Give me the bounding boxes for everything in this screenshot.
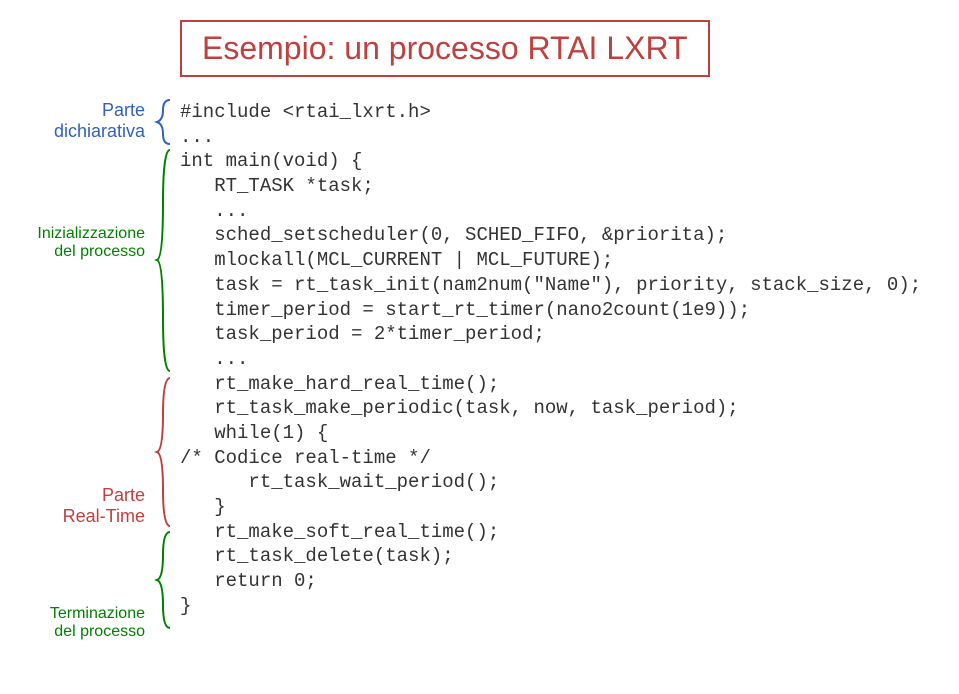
label-realtime: Parte Real-Time <box>0 485 145 527</box>
code-line: ... <box>180 126 214 148</box>
code-line: timer_period = start_rt_timer(nano2count… <box>180 299 750 321</box>
code-line: task_period = 2*timer_period; <box>180 323 545 345</box>
code-line: rt_make_soft_real_time(); <box>180 521 499 543</box>
label-text: del processo <box>0 623 145 641</box>
code-block: #include <rtai_lxrt.h> ... int main(void… <box>180 100 921 618</box>
brace-icon <box>155 98 175 146</box>
label-text: del processo <box>0 243 145 261</box>
label-text: dichiarativa <box>0 121 145 142</box>
title-box: Esempio: un processo RTAI LXRT <box>180 20 710 77</box>
code-line: rt_task_make_periodic(task, now, task_pe… <box>180 397 739 419</box>
slide-title: Esempio: un processo RTAI LXRT <box>202 30 688 66</box>
code-line: rt_task_delete(task); <box>180 545 454 567</box>
label-inizializzazione: Inizializzazione del processo <box>0 225 145 261</box>
label-text: Parte <box>0 485 145 506</box>
label-text: Parte <box>0 100 145 121</box>
code-line: #include <rtai_lxrt.h> <box>180 101 431 123</box>
brace-icon <box>155 530 175 630</box>
label-text: Terminazione <box>0 605 145 623</box>
code-line: sched_setscheduler(0, SCHED_FIFO, &prior… <box>180 224 727 246</box>
code-line: rt_task_wait_period(); <box>180 471 499 493</box>
label-dichiarativa: Parte dichiarativa <box>0 100 145 142</box>
code-line: mlockall(MCL_CURRENT | MCL_FUTURE); <box>180 249 613 271</box>
code-line: /* Codice real-time */ <box>180 447 431 469</box>
code-line: } <box>180 595 191 617</box>
code-line: int main(void) { <box>180 150 362 172</box>
label-text: Inizializzazione <box>0 225 145 243</box>
code-line: task = rt_task_init(nam2num("Name"), pri… <box>180 274 921 296</box>
code-line: } <box>180 496 226 518</box>
code-line: while(1) { <box>180 422 328 444</box>
brace-icon <box>155 148 175 373</box>
label-text: Real-Time <box>0 506 145 527</box>
label-terminazione: Terminazione del processo <box>0 605 145 641</box>
code-line: ... <box>180 200 248 222</box>
code-line: return 0; <box>180 570 317 592</box>
code-line: rt_make_hard_real_time(); <box>180 373 499 395</box>
code-line: RT_TASK *task; <box>180 175 374 197</box>
brace-icon <box>155 376 175 528</box>
code-line: ... <box>180 348 248 370</box>
